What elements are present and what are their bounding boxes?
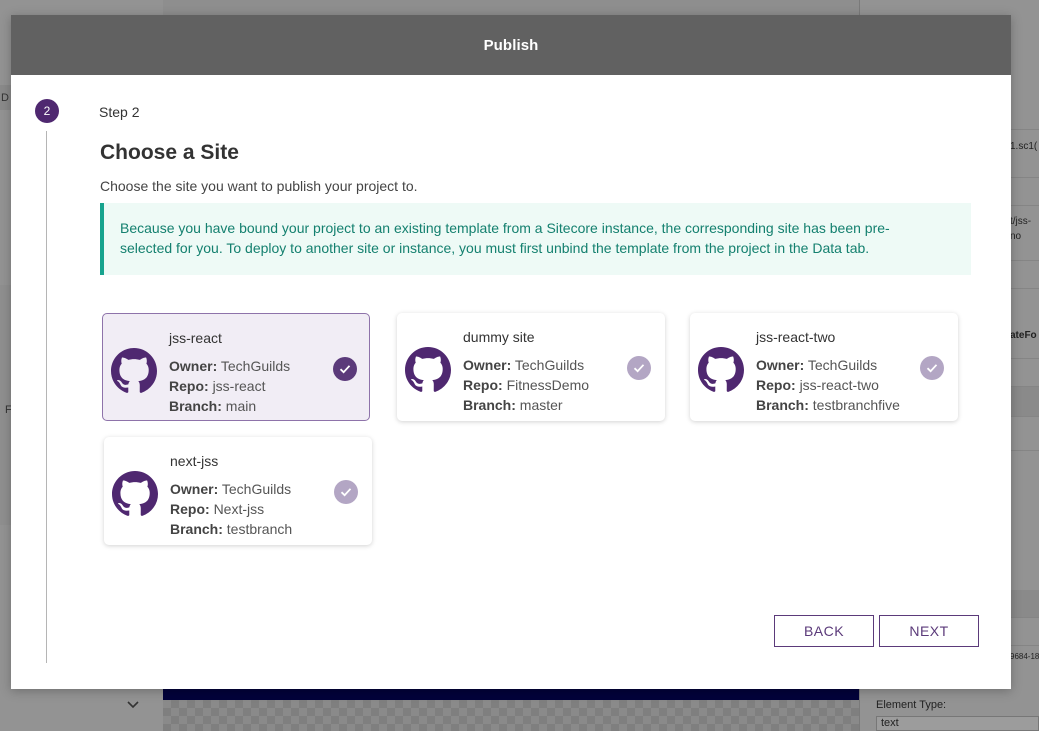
site-branch: Branch: master xyxy=(463,397,563,413)
check-circle-icon xyxy=(920,356,944,380)
repo-value: jss-react xyxy=(212,378,266,394)
owner-value: TechGuilds xyxy=(807,357,878,373)
canvas-banner xyxy=(163,688,859,700)
github-icon xyxy=(698,347,744,392)
site-card-jss-react[interactable]: jss-react Owner: TechGuilds Repo: jss-re… xyxy=(102,313,370,421)
check-circle-icon xyxy=(627,356,651,380)
site-owner: Owner: TechGuilds xyxy=(170,481,291,497)
owner-value: TechGuilds xyxy=(221,481,292,497)
back-button[interactable]: BACK xyxy=(774,615,874,647)
site-card-jss-react-two[interactable]: jss-react-two Owner: TechGuilds Repo: js… xyxy=(690,313,958,421)
properties-value: no xyxy=(1010,231,1022,242)
owner-label: Owner: xyxy=(169,358,218,374)
branch-label: Branch: xyxy=(170,521,223,537)
properties-value: 1.sc1( xyxy=(1010,141,1038,152)
repo-label: Repo: xyxy=(169,378,209,394)
next-button[interactable]: NEXT xyxy=(879,615,979,647)
check-circle-icon xyxy=(333,357,357,381)
properties-value: ateFo xyxy=(1010,330,1037,341)
notice-text-line: Because you have bound your project to a… xyxy=(120,220,890,236)
page-title: Choose a Site xyxy=(100,141,239,164)
site-card-next-jss[interactable]: next-jss Owner: TechGuilds Repo: Next-js… xyxy=(104,437,372,545)
site-card-dummy-site[interactable]: dummy site Owner: TechGuilds Repo: Fitne… xyxy=(397,313,665,421)
site-name: jss-react xyxy=(169,330,222,346)
canvas-transparency-grid xyxy=(163,700,859,731)
repo-label: Repo: xyxy=(756,377,796,393)
branch-label: Branch: xyxy=(169,398,222,414)
left-panel-text: D xyxy=(1,92,9,104)
site-repo: Repo: FitnessDemo xyxy=(463,377,589,393)
repo-value: jss-react-two xyxy=(799,377,879,393)
dialog-title: Publish xyxy=(483,36,539,54)
repo-value: Next-jss xyxy=(213,501,265,517)
site-owner: Owner: TechGuilds xyxy=(169,358,290,374)
properties-guid: 9684-18 xyxy=(1010,652,1039,661)
owner-value: TechGuilds xyxy=(514,357,585,373)
site-branch: Branch: main xyxy=(169,398,256,414)
repo-value: FitnessDemo xyxy=(506,377,590,393)
check-circle-icon xyxy=(334,480,358,504)
github-icon xyxy=(405,347,451,392)
element-type-field[interactable]: text xyxy=(876,716,1039,731)
github-icon xyxy=(111,348,157,393)
site-name: jss-react-two xyxy=(756,329,836,345)
branch-value: main xyxy=(225,398,257,414)
branch-value: master xyxy=(519,397,563,413)
publish-dialog: Publish 2 Step 2 Choose a Site Choose th… xyxy=(11,15,1011,689)
site-owner: Owner: TechGuilds xyxy=(756,357,877,373)
element-type-label: Element Type: xyxy=(876,699,947,711)
branch-label: Branch: xyxy=(463,397,516,413)
page-subtitle: Choose the site you want to publish your… xyxy=(100,178,418,194)
stepper-line xyxy=(46,131,47,663)
notice-text-line: selected for you. To deploy to another s… xyxy=(120,240,870,256)
chevron-down-icon[interactable] xyxy=(125,696,141,712)
owner-label: Owner: xyxy=(170,481,219,497)
info-notice: Because you have bound your project to a… xyxy=(100,203,971,275)
owner-value: TechGuilds xyxy=(220,358,291,374)
site-repo: Repo: jss-react xyxy=(169,378,265,394)
properties-value: t/jss- xyxy=(1010,216,1032,227)
site-repo: Repo: Next-jss xyxy=(170,501,264,517)
github-icon xyxy=(112,471,158,516)
branch-value: testbranch xyxy=(226,521,293,537)
site-branch: Branch: testbranch xyxy=(170,521,292,537)
owner-label: Owner: xyxy=(463,357,512,373)
site-name: dummy site xyxy=(463,329,535,345)
step-label: Step 2 xyxy=(99,104,140,120)
site-branch: Branch: testbranchfive xyxy=(756,397,900,413)
step-number-badge: 2 xyxy=(35,99,59,123)
dialog-header: Publish xyxy=(11,15,1011,75)
branch-value: testbranchfive xyxy=(812,397,900,413)
repo-label: Repo: xyxy=(170,501,210,517)
site-name: next-jss xyxy=(170,453,219,469)
site-owner: Owner: TechGuilds xyxy=(463,357,584,373)
owner-label: Owner: xyxy=(756,357,805,373)
site-repo: Repo: jss-react-two xyxy=(756,377,879,393)
branch-label: Branch: xyxy=(756,397,809,413)
repo-label: Repo: xyxy=(463,377,503,393)
